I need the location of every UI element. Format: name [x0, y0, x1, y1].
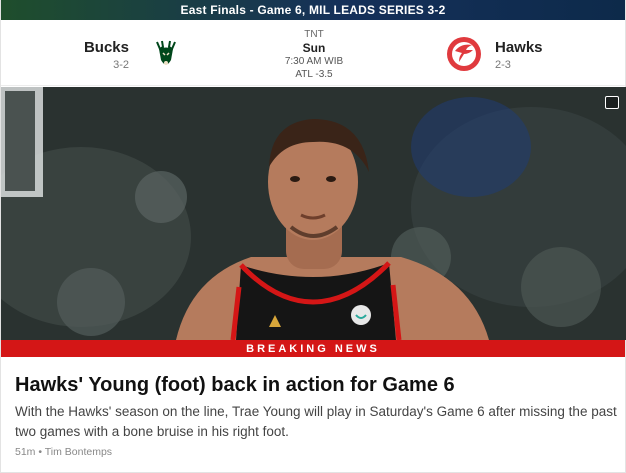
series-status-bar: East Finals - Game 6, MIL LEADS SERIES 3…: [1, 0, 625, 20]
breaking-news-label: BREAKING NEWS: [246, 342, 380, 355]
game-day: Sun: [302, 41, 326, 55]
home-team-record: 3-2: [113, 59, 129, 71]
game-news-card[interactable]: East Finals - Game 6, MIL LEADS SERIES 3…: [0, 0, 626, 473]
story-summary[interactable]: With the Hawks' season on the line, Trae…: [15, 402, 620, 442]
bucks-logo-icon[interactable]: [148, 36, 184, 72]
series-status-text: East Finals - Game 6, MIL LEADS SERIES 3…: [180, 3, 446, 17]
story-headline[interactable]: Hawks' Young (foot) back in action for G…: [15, 372, 615, 398]
matchup-header[interactable]: Bucks 3-2 TNT Sun 7:30 AM WIB ATL -3.5 H…: [1, 20, 625, 86]
story-photo[interactable]: [1, 87, 626, 340]
home-team-name[interactable]: Bucks: [84, 39, 129, 56]
game-info[interactable]: TNT Sun 7:30 AM WIB ATL -3.5: [264, 28, 364, 81]
image-gallery-icon[interactable]: [605, 96, 619, 109]
away-team-name[interactable]: Hawks: [495, 39, 543, 56]
story-meta: 51m • Tim Bontemps: [15, 446, 113, 458]
game-time: 7:30 AM WIB: [284, 56, 344, 67]
betting-line: ATL -3.5: [295, 69, 333, 80]
breaking-news-banner: BREAKING NEWS: [1, 340, 625, 357]
tv-network: TNT: [304, 29, 324, 40]
hawks-logo-icon[interactable]: [446, 36, 482, 72]
player-photo-illustration: [1, 87, 626, 340]
away-team-record: 2-3: [495, 59, 511, 71]
